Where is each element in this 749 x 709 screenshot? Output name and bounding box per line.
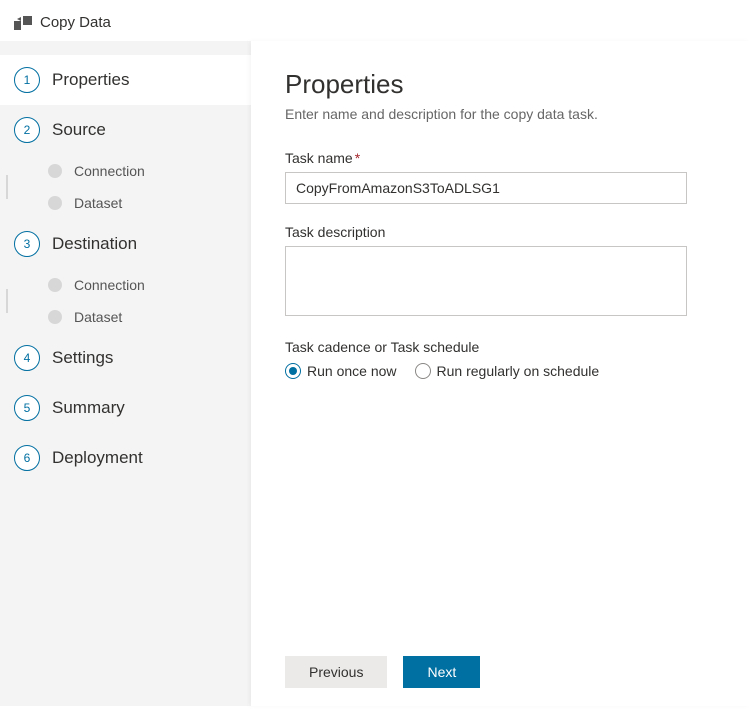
page-header: Copy Data (0, 0, 749, 41)
step-number: 1 (14, 67, 40, 93)
radio-icon (285, 363, 301, 379)
substep-connector (6, 175, 8, 199)
next-button[interactable]: Next (403, 656, 480, 688)
task-description-input[interactable] (285, 246, 687, 316)
step-label: Destination (52, 234, 137, 254)
step-number: 4 (14, 345, 40, 371)
copy-data-icon (14, 16, 32, 30)
required-asterisk: * (355, 150, 360, 166)
radio-label: Run once now (307, 363, 397, 379)
step-label: Properties (52, 70, 129, 90)
step-label: Source (52, 120, 106, 140)
page-subtitle: Enter name and description for the copy … (285, 106, 715, 122)
step-label: Summary (52, 398, 125, 418)
substep-label: Connection (74, 277, 145, 293)
destination-substeps: Connection Dataset (0, 269, 251, 333)
step-label: Settings (52, 348, 113, 368)
step-number: 2 (14, 117, 40, 143)
wizard-sidebar: 1 Properties 2 Source Connection Dataset… (0, 41, 251, 706)
step-label: Deployment (52, 448, 143, 468)
substep-label: Dataset (74, 195, 122, 211)
substep-dot-icon (48, 164, 62, 178)
substep-destination-dataset[interactable]: Dataset (48, 301, 251, 333)
radio-label: Run regularly on schedule (437, 363, 600, 379)
wizard-footer: Previous Next (285, 642, 715, 706)
task-name-input[interactable] (285, 172, 687, 204)
step-number: 5 (14, 395, 40, 421)
header-title: Copy Data (40, 14, 111, 31)
step-destination[interactable]: 3 Destination (0, 219, 251, 269)
substep-source-connection[interactable]: Connection (48, 155, 251, 187)
page-title: Properties (285, 69, 715, 100)
substep-dot-icon (48, 196, 62, 210)
step-deployment[interactable]: 6 Deployment (0, 433, 251, 483)
step-settings[interactable]: 4 Settings (0, 333, 251, 383)
cadence-label: Task cadence or Task schedule (285, 339, 715, 355)
radio-run-regularly[interactable]: Run regularly on schedule (415, 363, 600, 379)
step-properties[interactable]: 1 Properties (0, 55, 251, 105)
substep-label: Dataset (74, 309, 122, 325)
substep-dot-icon (48, 278, 62, 292)
substep-connector (6, 289, 8, 313)
substep-label: Connection (74, 163, 145, 179)
radio-run-once[interactable]: Run once now (285, 363, 397, 379)
substep-dot-icon (48, 310, 62, 324)
step-summary[interactable]: 5 Summary (0, 383, 251, 433)
previous-button[interactable]: Previous (285, 656, 387, 688)
step-number: 3 (14, 231, 40, 257)
radio-icon (415, 363, 431, 379)
substep-source-dataset[interactable]: Dataset (48, 187, 251, 219)
content-panel: Properties Enter name and description fo… (251, 41, 749, 706)
step-number: 6 (14, 445, 40, 471)
task-name-label: Task name* (285, 150, 715, 166)
source-substeps: Connection Dataset (0, 155, 251, 219)
step-source[interactable]: 2 Source (0, 105, 251, 155)
task-description-label: Task description (285, 224, 715, 240)
substep-destination-connection[interactable]: Connection (48, 269, 251, 301)
